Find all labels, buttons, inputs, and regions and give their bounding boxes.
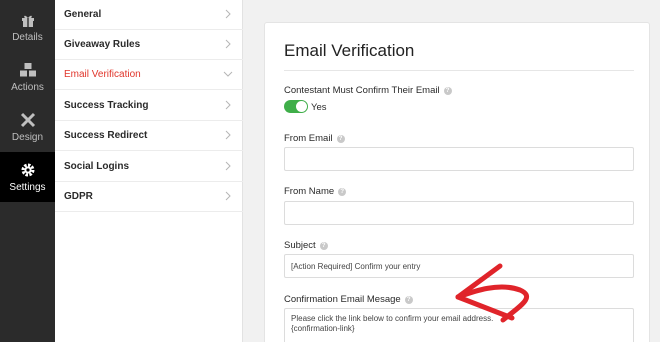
annotation-arrow: [455, 263, 529, 323]
